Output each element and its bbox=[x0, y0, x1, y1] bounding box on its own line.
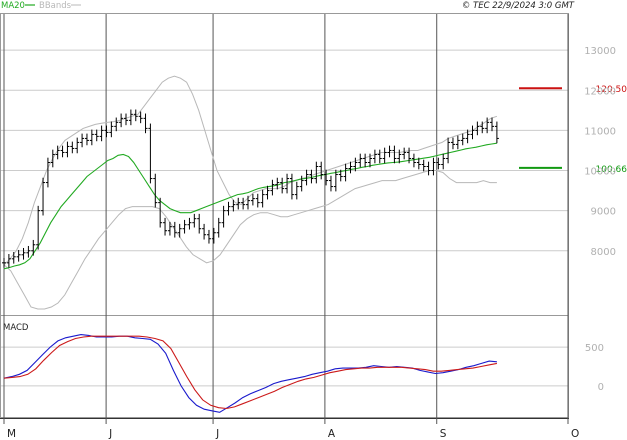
ohlc-bar bbox=[89, 129, 94, 146]
x-tick-label: S bbox=[440, 428, 447, 440]
ohlc-bar bbox=[450, 137, 455, 150]
ohlc-bar bbox=[75, 137, 80, 154]
ohlc-bar bbox=[411, 153, 416, 168]
ohlc-bar bbox=[182, 219, 187, 234]
ohlc-bar bbox=[221, 205, 226, 228]
ohlc-bar bbox=[260, 189, 265, 208]
ohlc-bar bbox=[31, 239, 36, 256]
ohlc-bar bbox=[21, 247, 26, 260]
ohlc-bar bbox=[343, 163, 348, 182]
ohlc-bar bbox=[153, 173, 158, 208]
x-tick-label: J bbox=[108, 428, 112, 440]
ohlc-bar bbox=[387, 145, 392, 158]
price-tick-label: 13000 bbox=[584, 46, 616, 57]
ohlc-bar bbox=[421, 159, 426, 172]
ohlc-bar bbox=[255, 193, 260, 208]
macd-lines bbox=[3, 334, 498, 413]
ohlc-bar bbox=[26, 245, 31, 258]
ohlc-bar bbox=[60, 145, 65, 158]
ohlc-bar bbox=[226, 201, 231, 216]
ohlc-bar bbox=[372, 149, 377, 164]
ohlc-bar bbox=[470, 125, 475, 140]
ohlc-bar bbox=[265, 185, 270, 200]
ohlc-bar bbox=[250, 193, 255, 206]
ohlc-bar bbox=[197, 213, 202, 234]
x-tick-label: A bbox=[328, 428, 336, 440]
ohlc-bar bbox=[70, 141, 75, 154]
ohlc-bar bbox=[358, 153, 363, 168]
ohlc-bar bbox=[270, 179, 275, 196]
ma20-series bbox=[3, 142, 497, 270]
ohlc-bar bbox=[124, 113, 129, 126]
ohlc-bar bbox=[402, 147, 407, 160]
ohlc-bar bbox=[65, 141, 70, 158]
ohlc-bar bbox=[280, 177, 285, 194]
ohlc-bar bbox=[104, 125, 109, 138]
ohlc-bar bbox=[211, 227, 216, 244]
ohlc-bar bbox=[80, 133, 85, 148]
ohlc-bar bbox=[246, 195, 251, 210]
ohlc-bar bbox=[206, 229, 211, 244]
ohlc-bar bbox=[99, 125, 104, 142]
ohlc-bar bbox=[441, 153, 446, 170]
x-tick-label: M bbox=[7, 428, 16, 440]
price-panel-frame bbox=[0, 13, 569, 316]
ohlc-bar bbox=[84, 133, 89, 146]
ma20-legend-label: MA20 bbox=[1, 1, 25, 11]
x-tick-label: J bbox=[215, 428, 219, 440]
bollinger-bands bbox=[3, 75, 498, 310]
ohlc-bar bbox=[148, 123, 153, 184]
ohlc-bar bbox=[50, 149, 55, 168]
ohlc-bar bbox=[392, 145, 397, 164]
ohlc-bar bbox=[172, 221, 177, 238]
price-tick-label: 10000 bbox=[584, 167, 616, 178]
ohlc-bar bbox=[363, 153, 368, 168]
macd-tick-label: 0 bbox=[598, 382, 604, 393]
ohlc-bar bbox=[431, 157, 436, 176]
price-tick-label: 8000 bbox=[591, 247, 616, 258]
stock-chart: 120.50100.66 800090001000011000120001300… bbox=[0, 1, 627, 440]
price-tick-label: 9000 bbox=[591, 207, 616, 218]
ohlc-bar bbox=[216, 217, 221, 238]
ohlc-bar bbox=[289, 173, 294, 200]
macd-tick-label: 500 bbox=[585, 343, 604, 354]
ohlc-bar bbox=[446, 137, 451, 164]
ohlc-bar bbox=[11, 251, 16, 264]
ohlc-bar bbox=[163, 217, 168, 236]
price-tick-label: 11000 bbox=[584, 126, 616, 137]
ohlc-bar bbox=[109, 121, 114, 138]
x-axis-labels: MJJASO bbox=[7, 428, 579, 440]
ohlc-bar bbox=[114, 117, 119, 132]
ohlc-bar bbox=[460, 133, 465, 146]
ohlc-bar bbox=[377, 149, 382, 164]
ohlc-bar bbox=[187, 217, 192, 230]
ohlc-bar bbox=[494, 121, 499, 144]
ohlc-bar bbox=[314, 161, 319, 184]
ohlc-bar bbox=[328, 175, 333, 192]
ohlc-bar bbox=[16, 249, 21, 262]
x-tick-label: O bbox=[571, 428, 579, 440]
ohlc-bar bbox=[94, 129, 99, 142]
ohlc-bar bbox=[382, 147, 387, 164]
ohlc-bar bbox=[275, 177, 280, 190]
macd-panel-title: MACD bbox=[3, 323, 29, 333]
bbands-legend-label: BBands bbox=[39, 1, 72, 11]
y-axis-labels: 8000 9000 10000 11000 12000 13000 0 500 bbox=[584, 46, 616, 393]
ohlc-bar bbox=[192, 213, 197, 228]
price-tick-label: 12000 bbox=[584, 86, 616, 97]
ohlc-bar bbox=[490, 117, 495, 132]
copyright: © TEC 22/9/2024 3:0 GMT bbox=[462, 1, 575, 11]
ohlc-bar bbox=[455, 135, 460, 150]
ohlc-bar bbox=[202, 223, 207, 240]
ohlc-bar bbox=[294, 181, 299, 200]
ohlc-bar bbox=[426, 161, 431, 176]
ma20-line bbox=[3, 142, 497, 270]
ohlc-bar bbox=[45, 157, 50, 188]
